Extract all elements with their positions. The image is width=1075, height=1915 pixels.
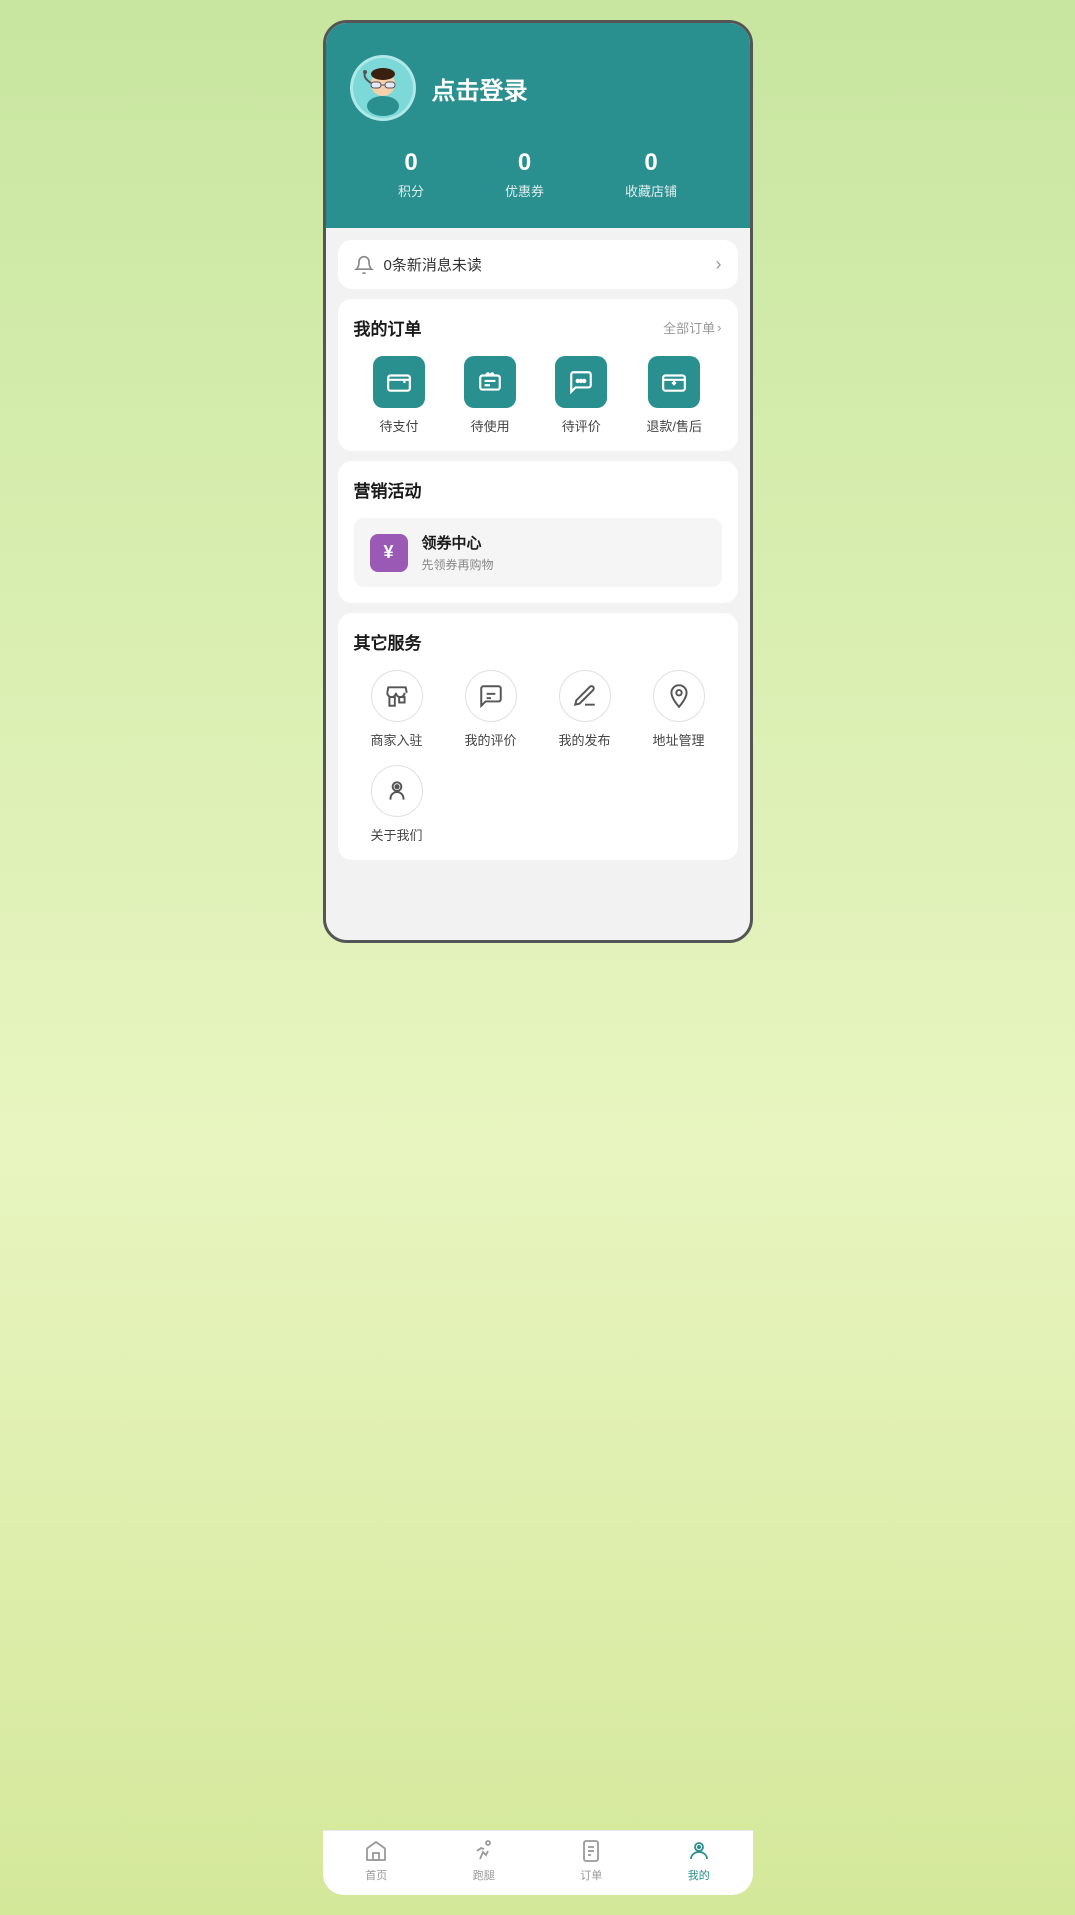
marketing-section: 营销活动 ¥ 领券中心 先领券再购物 bbox=[338, 461, 738, 603]
merchant-icon bbox=[384, 683, 410, 709]
location-icon bbox=[666, 683, 692, 709]
marketing-title: 营销活动 bbox=[354, 477, 422, 502]
refund-label: 退款/售后 bbox=[646, 416, 702, 435]
header: 点击登录 0 积分 0 优惠券 0 收藏店铺 bbox=[326, 23, 750, 228]
order-icons-row: 待支付 待使用 bbox=[354, 356, 722, 435]
coupon-subtitle: 先领券再购物 bbox=[422, 556, 494, 573]
stats-row: 0 积分 0 优惠券 0 收藏店铺 bbox=[350, 149, 726, 200]
ticket-icon bbox=[477, 369, 503, 395]
about-icon-box bbox=[371, 765, 423, 817]
login-label[interactable]: 点击登录 bbox=[432, 71, 528, 106]
phone-frame: 点击登录 0 积分 0 优惠券 0 收藏店铺 bbox=[323, 20, 753, 943]
order-pending-review[interactable]: 待评价 bbox=[555, 356, 607, 435]
chevron-right-icon: › bbox=[716, 254, 722, 275]
notification-text: 0条新消息未读 bbox=[384, 254, 482, 275]
publish-label: 我的发布 bbox=[558, 730, 610, 749]
address-icon-box bbox=[653, 670, 705, 722]
stat-favorites-number: 0 bbox=[644, 149, 657, 177]
wallet-icon bbox=[386, 369, 412, 395]
review-icon bbox=[478, 683, 504, 709]
coupon-title: 领券中心 bbox=[422, 532, 494, 553]
merchant-icon-box bbox=[371, 670, 423, 722]
stat-coupons-label: 优惠券 bbox=[505, 181, 544, 200]
notification-bar[interactable]: 0条新消息未读 › bbox=[338, 240, 738, 289]
about-label: 关于我们 bbox=[370, 825, 422, 844]
stat-favorites[interactable]: 0 收藏店铺 bbox=[625, 149, 677, 200]
service-address[interactable]: 地址管理 bbox=[636, 670, 722, 749]
orders-section: 我的订单 全部订单 › 待支付 bbox=[338, 299, 738, 451]
pending-pay-icon-box bbox=[373, 356, 425, 408]
address-label: 地址管理 bbox=[652, 730, 704, 749]
about-icon bbox=[384, 778, 410, 804]
orders-title: 我的订单 bbox=[354, 315, 422, 340]
content: 0条新消息未读 › 我的订单 全部订单 › bbox=[326, 228, 750, 940]
stat-points-label: 积分 bbox=[398, 181, 424, 200]
stat-points[interactable]: 0 积分 bbox=[398, 149, 424, 200]
bell-icon bbox=[354, 255, 374, 275]
publish-icon bbox=[572, 683, 598, 709]
review-label: 我的评价 bbox=[464, 730, 516, 749]
order-refund[interactable]: 退款/售后 bbox=[646, 356, 702, 435]
merchant-label: 商家入驻 bbox=[370, 730, 422, 749]
stat-points-number: 0 bbox=[404, 149, 417, 177]
pending-review-label: 待评价 bbox=[562, 416, 601, 435]
stat-favorites-label: 收藏店铺 bbox=[625, 181, 677, 200]
pending-pay-label: 待支付 bbox=[380, 416, 419, 435]
service-about[interactable]: 关于我们 bbox=[354, 765, 440, 844]
coupon-center-card[interactable]: ¥ 领券中心 先领券再购物 bbox=[354, 518, 722, 587]
service-publish[interactable]: 我的发布 bbox=[542, 670, 628, 749]
order-pending-pay[interactable]: 待支付 bbox=[373, 356, 425, 435]
pending-use-icon-box bbox=[464, 356, 516, 408]
see-all-orders-button[interactable]: 全部订单 › bbox=[663, 318, 721, 337]
order-pending-use[interactable]: 待使用 bbox=[464, 356, 516, 435]
service-review[interactable]: 我的评价 bbox=[448, 670, 534, 749]
service-merchant[interactable]: 商家入驻 bbox=[354, 670, 440, 749]
chat-dots-icon bbox=[568, 369, 594, 395]
pending-review-icon-box bbox=[555, 356, 607, 408]
review-icon-box bbox=[465, 670, 517, 722]
stat-coupons-number: 0 bbox=[518, 149, 531, 177]
services-section: 其它服务 商家入驻 bbox=[338, 613, 738, 860]
coupon-yuan-icon: ¥ bbox=[370, 534, 408, 572]
stat-coupons[interactable]: 0 优惠券 bbox=[505, 149, 544, 200]
services-title: 其它服务 bbox=[354, 629, 422, 654]
services-grid: 商家入驻 我的评价 bbox=[354, 670, 722, 844]
avatar[interactable] bbox=[350, 55, 416, 121]
pending-use-label: 待使用 bbox=[471, 416, 510, 435]
publish-icon-box bbox=[559, 670, 611, 722]
refund-icon bbox=[661, 369, 687, 395]
refund-icon-box bbox=[648, 356, 700, 408]
